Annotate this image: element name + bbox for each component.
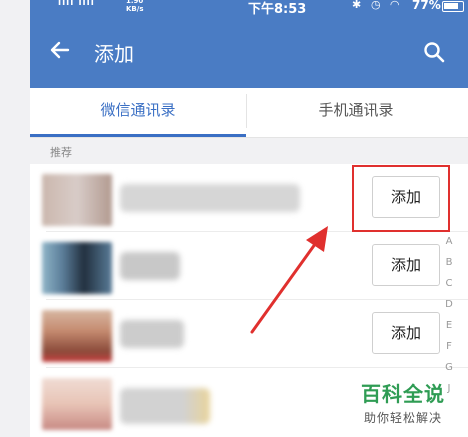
index-letter[interactable]: C [440, 278, 458, 299]
status-icons: ✱ ◷ ◠ [352, 0, 402, 11]
battery-percent: 77% [412, 0, 441, 12]
watermark-title: 百科全说 [361, 382, 445, 406]
list-item: 添加 [30, 300, 468, 368]
status-time: 下午8:53 [248, 2, 307, 17]
screen: ıııl ıııl 1.90 KB/s 下午8:53 ✱ ◷ ◠ 77% 添加 … [0, 0, 468, 437]
page-title: 添加 [94, 42, 134, 66]
contact-source-tabs: 微信通讯录 手机通讯录 [30, 88, 468, 138]
active-tab-indicator [30, 134, 246, 137]
add-button[interactable]: 添加 [372, 244, 440, 286]
signal-icon: ıııl ıııl [58, 0, 95, 8]
tab-phone-contacts[interactable]: 手机通讯录 [248, 88, 464, 138]
network-speed: 1.90 KB/s [126, 0, 144, 13]
watermark-subtitle: 助你轻松解决 [363, 411, 442, 425]
tab-wechat-contacts[interactable]: 微信通讯录 [30, 88, 246, 138]
highlight-box [352, 165, 450, 232]
index-letter[interactable]: D [440, 299, 458, 320]
contact-name [120, 320, 184, 348]
list-item: 添加 [30, 232, 468, 300]
contact-name [120, 184, 300, 212]
avatar [42, 310, 112, 362]
index-letter[interactable]: F [440, 341, 458, 362]
battery-icon [442, 1, 464, 12]
app-bar: 添加 [30, 16, 468, 88]
add-button[interactable]: 添加 [372, 312, 440, 354]
index-letter[interactable]: E [440, 320, 458, 341]
watermark: 百科全说 助你轻松解决 [342, 378, 464, 426]
search-icon[interactable] [422, 40, 446, 64]
section-label-recommended: 推荐 [50, 146, 72, 159]
avatar [42, 174, 112, 226]
contact-name [120, 252, 180, 280]
contact-name [120, 388, 210, 424]
avatar [42, 378, 112, 430]
status-bar: ıııl ıııl 1.90 KB/s 下午8:53 ✱ ◷ ◠ 77% [30, 0, 468, 17]
avatar [42, 242, 112, 294]
index-letter[interactable]: B [440, 257, 458, 278]
back-arrow-icon[interactable] [48, 38, 72, 62]
index-letter[interactable]: A [440, 236, 458, 257]
tab-divider [246, 94, 247, 128]
